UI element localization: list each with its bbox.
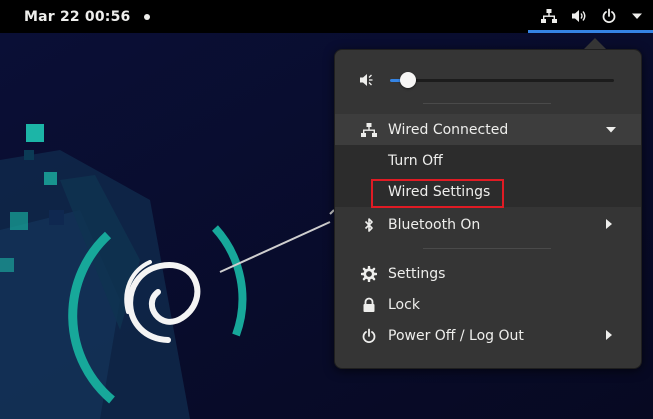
wired-connection-label: Wired Connected: [388, 121, 509, 138]
separator: [423, 103, 551, 104]
turn-off-label: Turn Off: [388, 152, 443, 169]
top-bar: Mar 22 00:56: [0, 0, 653, 33]
network-wired-icon: [361, 122, 377, 138]
tray-active-indicator: [528, 30, 653, 33]
power-icon: [361, 328, 377, 344]
separator: [423, 248, 551, 249]
notification-dot: [144, 13, 151, 20]
system-tray[interactable]: [527, 0, 643, 31]
chevron-down-icon: [631, 10, 643, 22]
bluetooth-label: Bluetooth On: [388, 216, 481, 233]
menu-pointer: [584, 38, 606, 49]
system-menu: Wired Connected Turn Off Wired Settings …: [334, 49, 642, 369]
lock-icon: [361, 297, 377, 313]
chevron-right-icon: [603, 329, 615, 345]
volume-slider-handle[interactable]: [399, 72, 416, 88]
lock-label: Lock: [388, 296, 420, 313]
power-off-label: Power Off / Log Out: [388, 327, 524, 344]
volume-slider[interactable]: [390, 72, 614, 88]
gear-icon: [361, 266, 377, 282]
clock[interactable]: Mar 22 00:56: [24, 9, 130, 25]
wired-connection-item[interactable]: Wired Connected: [335, 114, 641, 145]
highlight-annotation: [371, 179, 504, 208]
power-icon: [601, 8, 617, 24]
turn-off-item[interactable]: Turn Off: [335, 145, 641, 176]
bluetooth-icon: [361, 217, 377, 233]
power-off-item[interactable]: Power Off / Log Out: [335, 320, 641, 351]
settings-item[interactable]: Settings: [335, 258, 641, 289]
chevron-down-icon: [605, 124, 617, 140]
settings-label: Settings: [388, 265, 446, 282]
volume-icon: [571, 8, 587, 24]
chevron-right-icon: [603, 218, 615, 234]
lock-item[interactable]: Lock: [335, 289, 641, 320]
speaker-low-icon[interactable]: [359, 72, 375, 88]
bluetooth-item[interactable]: Bluetooth On: [335, 209, 641, 240]
network-wired-icon: [541, 8, 557, 24]
